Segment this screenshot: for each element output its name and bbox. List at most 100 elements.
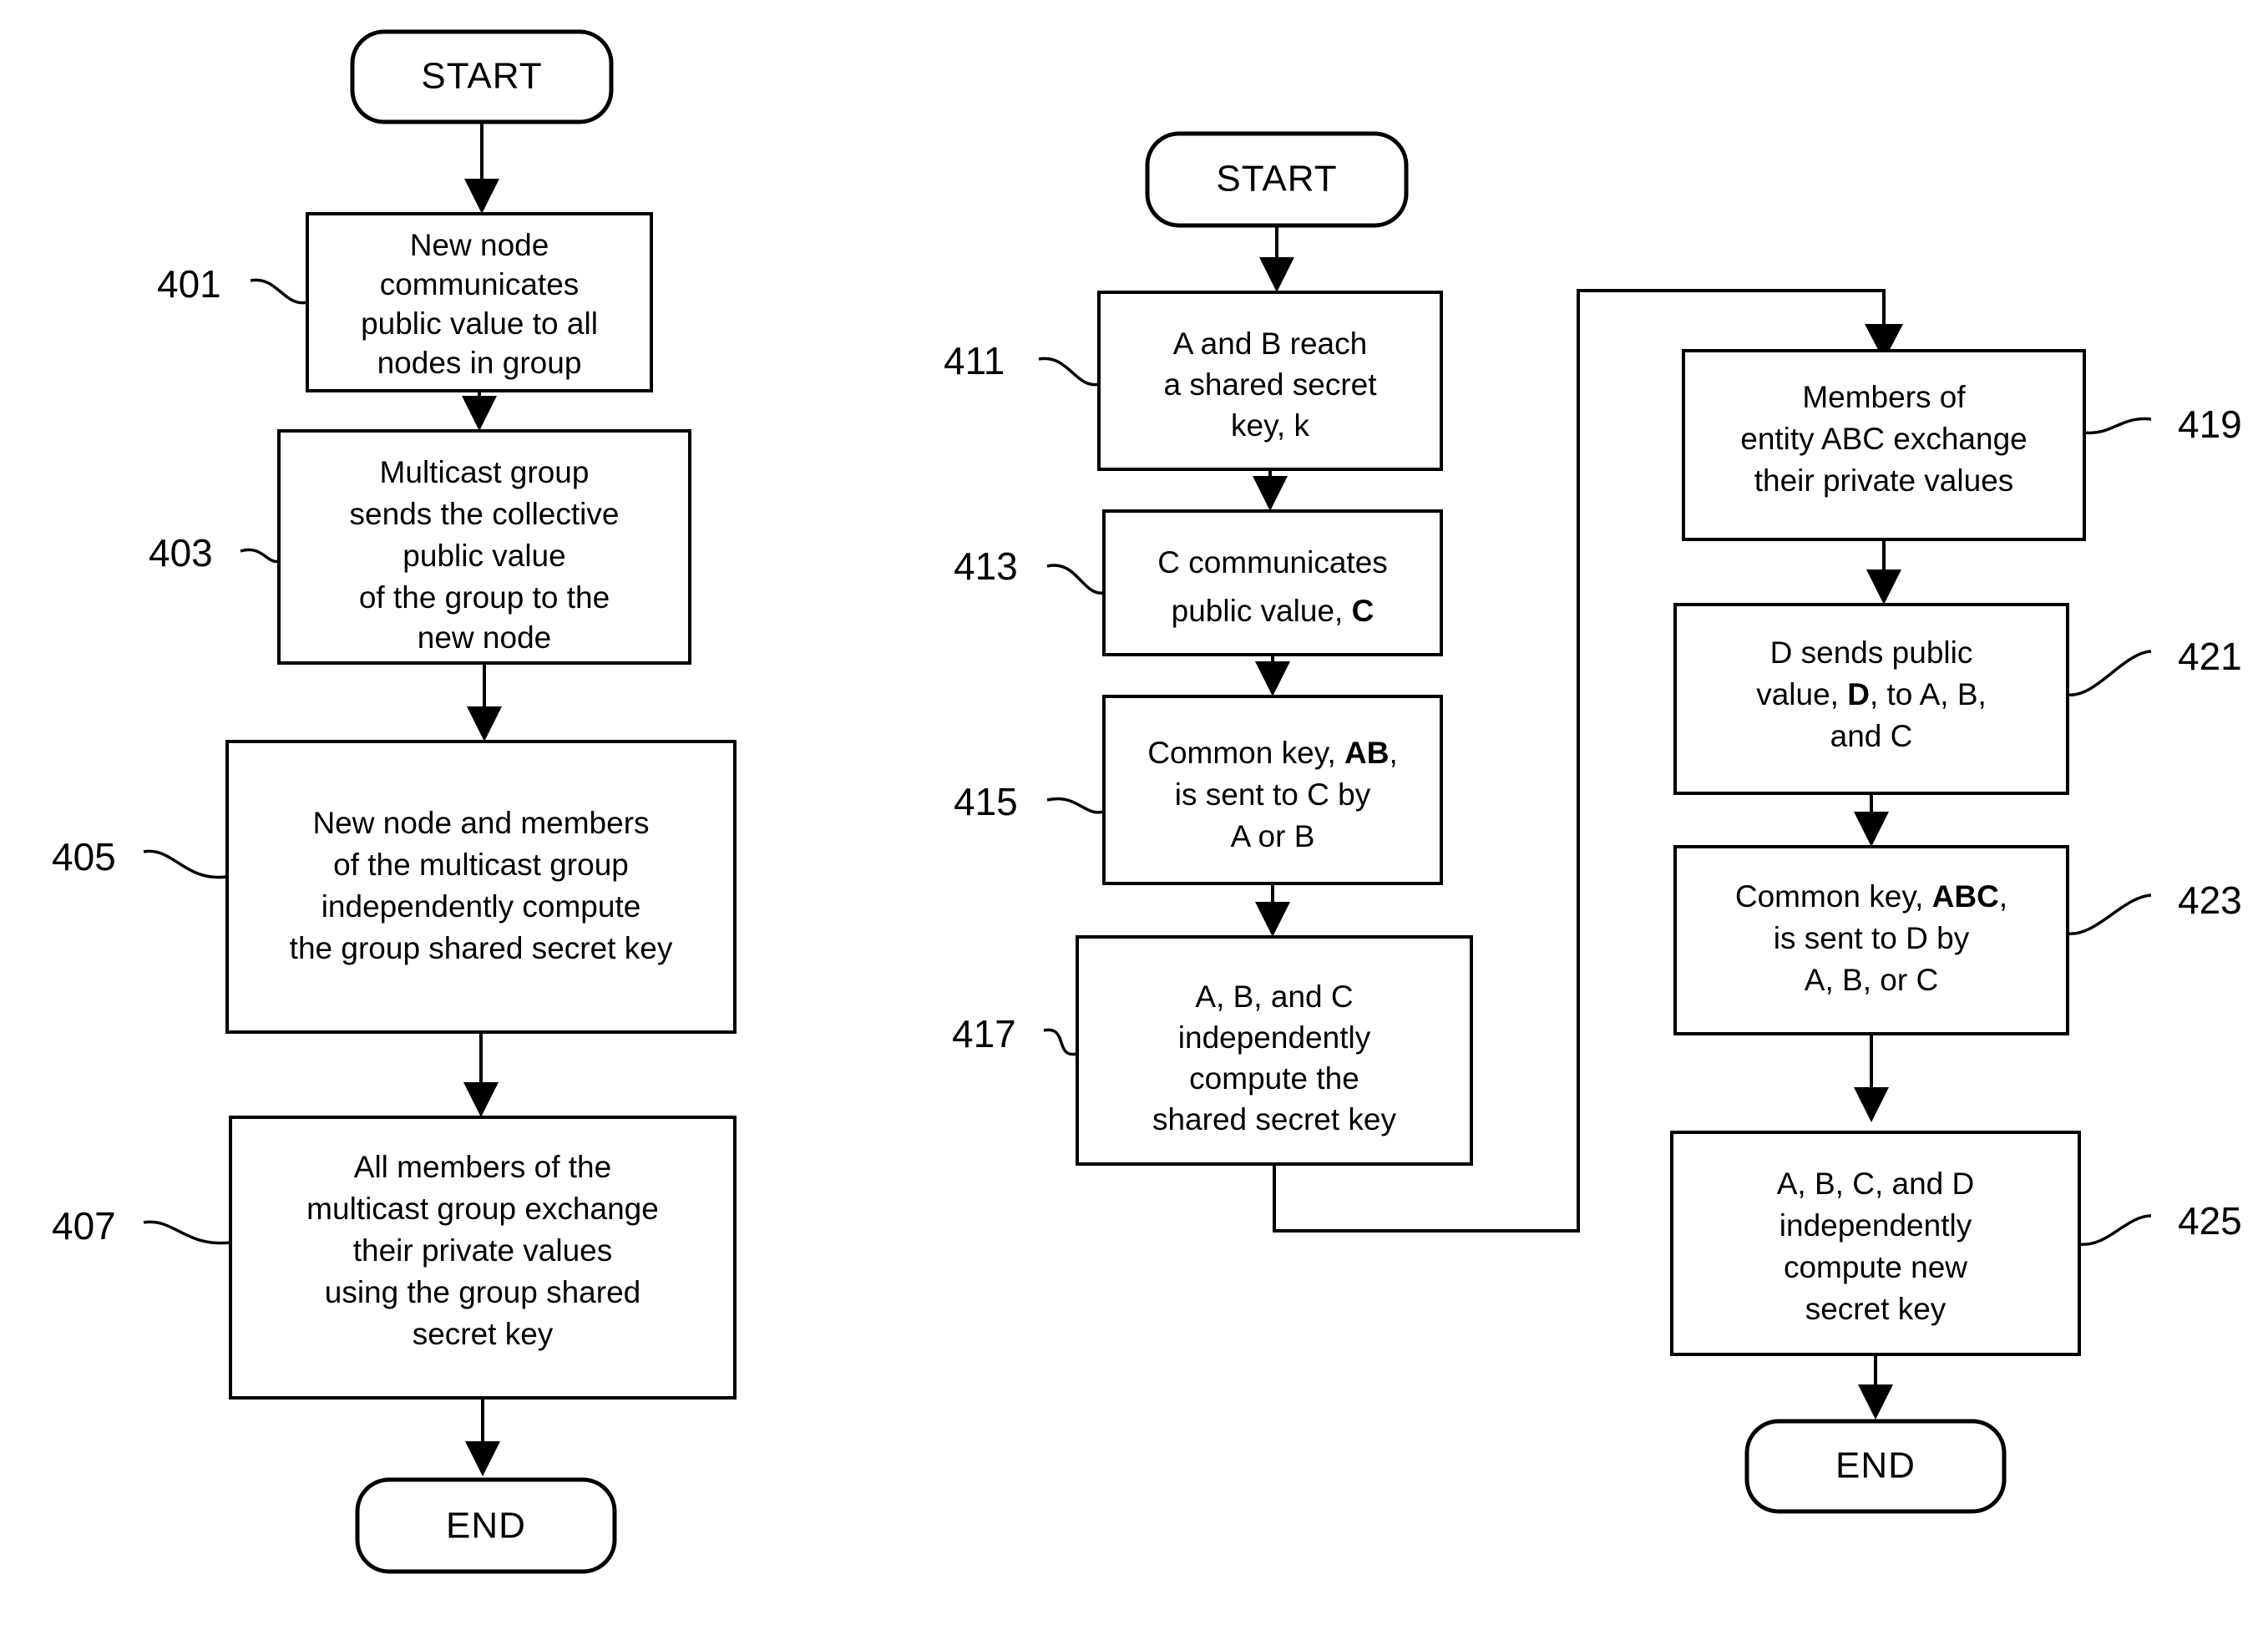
box-403-line-1: Multicast group (380, 455, 590, 489)
connector-407-to-end-left (465, 1398, 500, 1476)
connector-415-to-417 (1255, 883, 1290, 937)
reference-number-425: 425 (2178, 1199, 2242, 1243)
box-423-line-3: A, B, or C (1805, 963, 1938, 997)
box-415-line-3: A or B (1231, 819, 1315, 853)
box-413-line-2-text: public value, (1172, 594, 1352, 628)
terminal-start-left: START (350, 29, 614, 124)
box-415-line-1-suffix: , (1389, 736, 1397, 770)
box-421-line-2-prefix: value, (1756, 677, 1847, 711)
reference-callout-417: 417 (952, 1012, 1078, 1056)
box-405-line-1: New node and members (312, 806, 649, 840)
connector-405-to-407 (463, 1032, 499, 1117)
box-421-line-2-suffix: , to A, B, (1870, 677, 1987, 711)
box-425-line-2: independently (1779, 1208, 1972, 1243)
process-box-415: Common key, AB, is sent to C by A or B (1102, 695, 1443, 885)
box-403-line-4: of the group to the (359, 580, 610, 615)
connector-419-to-421 (1866, 539, 1901, 605)
box-417-line-4: shared secret key (1152, 1102, 1397, 1136)
reference-number-415: 415 (954, 780, 1018, 823)
reference-number-413: 413 (954, 544, 1018, 588)
process-box-407: All members of the multicast group excha… (229, 1116, 737, 1400)
reference-callout-403: 403 (149, 531, 280, 575)
process-box-405: New node and members of the multicast gr… (225, 740, 737, 1034)
box-411-line-1: A and B reach (1173, 326, 1367, 361)
box-417-line-2: independently (1178, 1020, 1371, 1055)
box-403-line-5: new node (418, 620, 551, 655)
reference-number-423: 423 (2178, 878, 2242, 922)
process-box-411: A and B reach a shared secret key, k (1097, 291, 1443, 471)
reference-number-403: 403 (149, 531, 213, 575)
connector-413-to-415 (1255, 655, 1290, 696)
terminal-end-left-label: END (446, 1506, 526, 1546)
box-405-line-3: independently compute (321, 889, 641, 924)
box-401-line-1: New node (410, 228, 549, 262)
box-419-line-2: entity ABC exchange (1740, 422, 2028, 456)
box-411-line-3: key, k (1231, 408, 1309, 443)
connector-403-to-405 (467, 663, 502, 742)
box-423-line-1-prefix: Common key, (1735, 879, 1932, 914)
box-413-line-1: C communicates (1157, 545, 1388, 580)
process-box-425: A, B, C, and D independently compute new… (1670, 1131, 2081, 1356)
terminal-start-middle: START (1145, 131, 1409, 228)
box-415-line-2: is sent to C by (1175, 777, 1371, 812)
box-419-line-3: their private values (1754, 463, 2014, 498)
box-421-line-3: and C (1830, 719, 1913, 753)
process-box-401: New node communicates public value to al… (306, 212, 653, 392)
process-box-417: A, B, and C independently compute the sh… (1076, 935, 1473, 1166)
process-box-419: Members of entity ABC exchange their pri… (1682, 349, 2086, 541)
reference-number-421: 421 (2178, 635, 2242, 678)
box-425-line-3: compute new (1784, 1250, 1967, 1284)
box-421-line-2: value, D, to A, B, (1756, 677, 1987, 711)
terminal-end-right: END (1744, 1419, 2007, 1514)
reference-number-405: 405 (52, 835, 116, 878)
reference-callout-401: 401 (157, 262, 308, 306)
process-box-421: D sends public value, D, to A, B, and C (1673, 603, 2069, 795)
reference-callout-413: 413 (954, 544, 1105, 595)
box-423-line-2: is sent to D by (1774, 921, 1970, 955)
flowchart-svg: START New node communicates public value… (52, 29, 2242, 1574)
reference-number-407: 407 (52, 1204, 116, 1248)
box-401-line-4: nodes in group (377, 346, 582, 380)
reference-callout-415: 415 (954, 780, 1105, 823)
box-425-line-4: secret key (1805, 1292, 1947, 1326)
box-415-line-1: Common key, AB, (1147, 736, 1398, 770)
box-421-line-1: D sends public (1770, 635, 1973, 670)
box-419-line-1: Members of (1802, 380, 1966, 414)
reference-callout-405: 405 (52, 835, 228, 879)
box-401-line-3: public value to all (361, 306, 598, 341)
terminal-start-middle-label: START (1216, 159, 1337, 200)
flowchart-canvas: START New node communicates public value… (0, 0, 2268, 1640)
terminal-end-right-label: END (1835, 1445, 1916, 1486)
box-423-bold-token: ABC (1932, 879, 1999, 914)
box-415-line-1-prefix: Common key, (1147, 736, 1344, 770)
box-417-line-3: compute the (1189, 1061, 1359, 1096)
box-405-line-4: the group shared secret key (290, 931, 673, 965)
box-407-line-4: using the group shared (325, 1275, 641, 1309)
box-413-bold-token: C (1352, 594, 1374, 628)
terminal-start-left-label: START (421, 56, 542, 97)
process-box-423: Common key, ABC, is sent to D by A, B, o… (1673, 845, 2069, 1035)
reference-number-419: 419 (2178, 402, 2242, 446)
box-407-line-2: multicast group exchange (306, 1192, 659, 1226)
box-403-line-3: public value (402, 539, 565, 573)
connector-425-to-end-right (1858, 1354, 1893, 1420)
reference-number-401: 401 (157, 262, 221, 306)
connector-start-to-411 (1259, 225, 1294, 292)
box-417-line-1: A, B, and C (1195, 979, 1353, 1014)
box-407-line-3: their private values (353, 1233, 613, 1268)
reference-callout-411: 411 (944, 339, 1100, 387)
box-423-line-1: Common key, ABC, (1735, 879, 2007, 914)
reference-number-411: 411 (944, 339, 1005, 382)
reference-number-417: 417 (952, 1012, 1016, 1055)
reference-callout-423: 423 (2067, 878, 2242, 935)
box-423-line-1-suffix: , (1999, 879, 2007, 914)
reference-callout-407: 407 (52, 1204, 231, 1248)
connector-421-to-423 (1854, 793, 1889, 847)
box-405-line-2: of the multicast group (333, 848, 629, 882)
box-403-line-2: sends the collective (350, 497, 620, 531)
reference-callout-425: 425 (2078, 1199, 2242, 1246)
connector-401-to-403 (462, 391, 497, 431)
process-box-403: Multicast group sends the collective pub… (277, 429, 691, 665)
box-413-line-2: public value, C (1172, 594, 1374, 628)
terminal-end-left: END (355, 1477, 617, 1574)
